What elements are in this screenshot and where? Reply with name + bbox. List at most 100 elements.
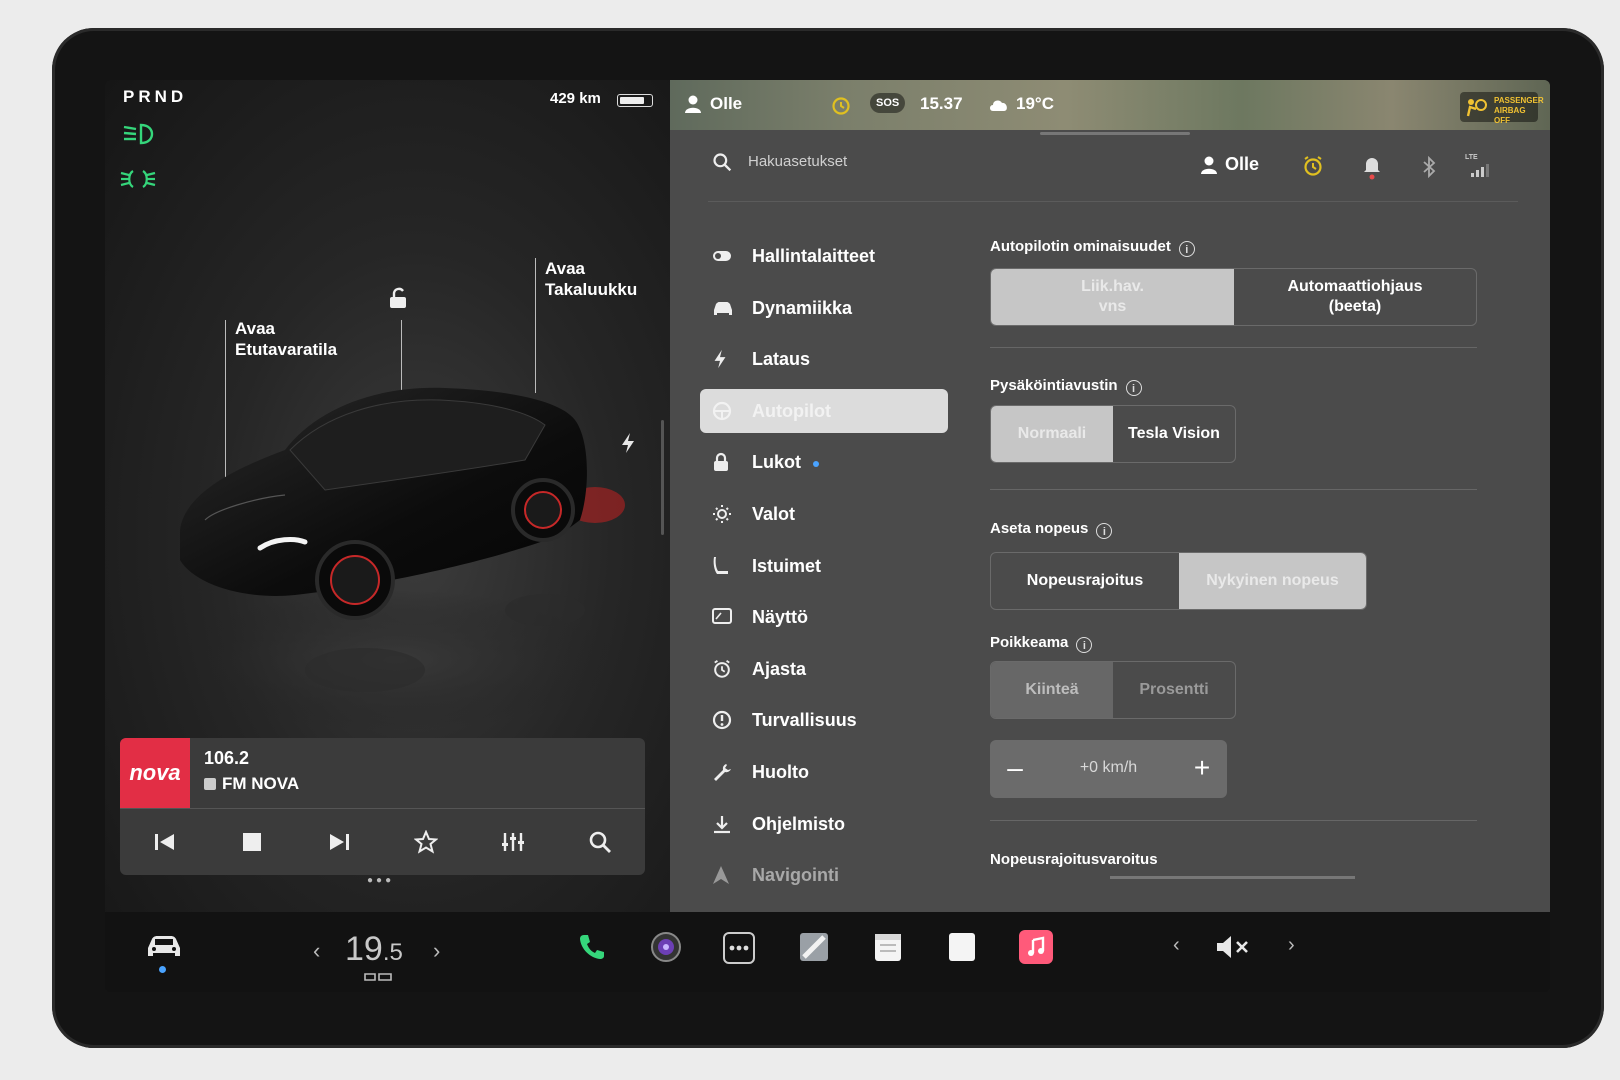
notification-bell-icon[interactable] bbox=[1362, 154, 1382, 180]
notes-app-button[interactable] bbox=[945, 930, 979, 964]
menu-item-hallintalaitteet[interactable]: Hallintalaitteet bbox=[700, 234, 948, 278]
equalizer-icon bbox=[502, 833, 524, 851]
menu-item-label: Ajasta bbox=[752, 658, 807, 679]
calendar-app-button[interactable] bbox=[871, 930, 905, 964]
seat-heater-icon bbox=[364, 973, 392, 981]
menu-item-dynamiikka[interactable]: Dynamiikka bbox=[700, 286, 948, 330]
settings-panel: Olle SOS 15.37 19°C PASSENGER AIRBAG OFF… bbox=[670, 80, 1550, 912]
profile-icon[interactable] bbox=[1200, 155, 1218, 175]
unlock-icon[interactable] bbox=[387, 287, 409, 309]
car-illustration bbox=[175, 387, 625, 730]
offset-increase-button[interactable]: + bbox=[1181, 748, 1223, 790]
steering-wheel-icon bbox=[712, 401, 732, 421]
menu-item-label: Navigointi bbox=[752, 865, 840, 886]
settings-search-input[interactable]: Hakuasetukset bbox=[748, 153, 847, 170]
low-beam-icon[interactable] bbox=[121, 122, 155, 152]
menu-item-label: Ohjelmisto bbox=[752, 813, 846, 834]
features-title-text: Autopilotin ominaisuudet bbox=[990, 238, 1171, 255]
menu-item-lukot[interactable]: Lukot bbox=[700, 440, 948, 484]
airbag-text-1: PASSENGER bbox=[1494, 96, 1544, 105]
set-speed-selector: Nopeusrajoitus Nykyinen nopeus bbox=[990, 552, 1367, 610]
option-fixed[interactable]: Kiinteä bbox=[991, 662, 1113, 718]
next-button[interactable] bbox=[319, 822, 359, 862]
open-frunk-label[interactable]: Avaa Etutavaratila bbox=[235, 318, 337, 360]
option-traffic-aware-cruise[interactable]: Liik.hav. vns bbox=[991, 269, 1234, 325]
previous-button[interactable] bbox=[145, 822, 185, 862]
menu-item-autopilot[interactable]: Autopilot bbox=[700, 388, 948, 433]
driver-profile-icon[interactable] bbox=[684, 94, 702, 114]
menu-item-naytto[interactable]: Näyttö bbox=[700, 595, 948, 639]
menu-item-label: Hallintalaitteet bbox=[752, 246, 876, 266]
offset-stepper: – +0 km/h + bbox=[990, 740, 1227, 798]
toybox-icon bbox=[800, 933, 828, 961]
autopilot-features-title: Autopilotin ominaisuudet i bbox=[990, 238, 1195, 257]
charge-port-icon[interactable] bbox=[620, 432, 636, 460]
map-user-name[interactable]: Olle bbox=[710, 94, 742, 114]
option-speed-limit[interactable]: Nopeusrajoitus bbox=[991, 553, 1179, 609]
temp-decimal: .5 bbox=[382, 939, 403, 966]
stop-button[interactable] bbox=[232, 822, 272, 862]
lte-label: LTE bbox=[1465, 154, 1478, 161]
info-icon[interactable]: i bbox=[1076, 637, 1093, 653]
parking-lights-icon[interactable] bbox=[119, 168, 157, 196]
search-icon[interactable] bbox=[712, 152, 732, 172]
favorite-button[interactable] bbox=[406, 822, 446, 862]
option-normal[interactable]: Normaali bbox=[991, 406, 1113, 462]
sos-button[interactable]: SOS bbox=[870, 93, 906, 113]
section-divider bbox=[990, 489, 1477, 490]
offset-decrease-button[interactable]: – bbox=[994, 748, 1036, 790]
equalizer-button[interactable] bbox=[493, 822, 533, 862]
profile-name[interactable]: Olle bbox=[1225, 154, 1259, 175]
info-icon[interactable]: i bbox=[1125, 380, 1142, 396]
bolt-icon bbox=[712, 349, 732, 369]
camera-icon bbox=[651, 932, 681, 962]
menu-item-valot[interactable]: Valot bbox=[700, 492, 948, 536]
bluetooth-icon[interactable] bbox=[1422, 156, 1436, 178]
next-icon bbox=[330, 834, 349, 850]
panel-scrollbar[interactable] bbox=[661, 420, 664, 535]
music-app-button[interactable] bbox=[1019, 930, 1053, 964]
volume-increase-button[interactable]: › bbox=[1288, 934, 1295, 957]
menu-item-navigointi[interactable]: Navigointi bbox=[700, 853, 948, 897]
set-speed-title-text: Aseta nopeus bbox=[990, 520, 1089, 537]
menu-item-istuimet[interactable]: Istuimet bbox=[700, 544, 948, 588]
cabin-temperature[interactable]: 19.5 bbox=[345, 930, 403, 969]
map-status-bar[interactable]: Olle SOS 15.37 19°C PASSENGER AIRBAG OFF bbox=[670, 80, 1550, 135]
option-percent[interactable]: Prosentti bbox=[1113, 662, 1235, 718]
toybox-app-button[interactable] bbox=[797, 930, 831, 964]
menu-item-label: Turvallisuus bbox=[752, 710, 857, 731]
temp-increase-button[interactable]: › bbox=[433, 938, 440, 964]
menu-item-lataus[interactable]: Lataus bbox=[700, 337, 948, 381]
media-search-button[interactable] bbox=[580, 822, 620, 862]
temp-decrease-button[interactable]: ‹ bbox=[313, 938, 320, 964]
open-trunk-label[interactable]: Avaa Takaluukku bbox=[545, 258, 637, 300]
page-dots[interactable]: ●●● bbox=[367, 875, 394, 886]
alarm-clock-icon[interactable] bbox=[1302, 155, 1324, 177]
alarm-clock-icon[interactable] bbox=[830, 94, 852, 116]
more-apps-button[interactable] bbox=[723, 932, 755, 964]
car-icon bbox=[712, 298, 732, 318]
volume-mute-icon[interactable] bbox=[1215, 934, 1251, 960]
menu-item-turvallisuus[interactable]: Turvallisuus bbox=[700, 698, 948, 742]
option-current-speed[interactable]: Nykyinen nopeus bbox=[1179, 553, 1366, 609]
lock-icon bbox=[712, 452, 732, 472]
volume-decrease-button[interactable]: ‹ bbox=[1173, 934, 1180, 957]
menu-item-ohjelmisto[interactable]: Ohjelmisto bbox=[700, 802, 948, 846]
wrench-icon bbox=[712, 762, 732, 782]
park-assist-title-text: Pysäköintiavustin bbox=[990, 377, 1118, 394]
option-autosteer[interactable]: Automaattiohjaus (beeta) bbox=[1234, 269, 1476, 325]
option-tesla-vision[interactable]: Tesla Vision bbox=[1113, 406, 1235, 462]
menu-item-ajasta[interactable]: Ajasta bbox=[700, 647, 948, 691]
cloud-icon bbox=[990, 100, 1007, 111]
bottom-dock: ‹ 19.5 › ‹ › bbox=[105, 912, 1550, 992]
battery-icon bbox=[617, 94, 653, 107]
menu-item-huolto[interactable]: Huolto bbox=[700, 750, 948, 794]
phone-app-button[interactable] bbox=[575, 930, 609, 964]
park-assist-selector: Normaali Tesla Vision bbox=[990, 405, 1236, 463]
gear-indicator: PRND bbox=[123, 87, 188, 106]
passenger-airbag-indicator: PASSENGER AIRBAG OFF bbox=[1460, 92, 1544, 125]
camera-app-button[interactable] bbox=[649, 930, 683, 964]
info-icon[interactable]: i bbox=[1178, 241, 1195, 257]
car-icon[interactable] bbox=[145, 932, 183, 960]
info-icon[interactable]: i bbox=[1096, 523, 1113, 539]
